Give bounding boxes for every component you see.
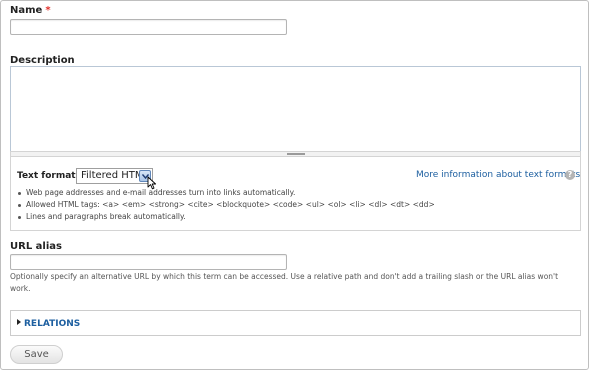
- description-textarea[interactable]: [10, 66, 581, 154]
- text-format-select[interactable]: Filtered HTML: [76, 168, 153, 184]
- name-label-text: Name: [10, 5, 43, 16]
- filter-tip: Web page addresses and e-mail addresses …: [17, 187, 435, 199]
- required-mark: *: [45, 5, 51, 16]
- filter-tip: Lines and paragraphs break automatically…: [17, 211, 435, 223]
- filter-tip: Allowed HTML tags: <a> <em> <strong> <ci…: [17, 199, 435, 211]
- save-button[interactable]: Save: [10, 345, 63, 364]
- relations-fieldset: RELATIONS: [10, 310, 581, 336]
- url-alias-description: Optionally specify an alternative URL by…: [10, 272, 559, 293]
- relations-toggle[interactable]: RELATIONS: [17, 319, 80, 329]
- name-label: Name *: [10, 5, 51, 16]
- grippie-icon: [287, 153, 305, 155]
- description-label: Description: [10, 55, 75, 66]
- triangle-right-icon: [17, 319, 21, 325]
- url-alias-input[interactable]: [10, 254, 287, 270]
- help-icon[interactable]: ?: [565, 170, 575, 180]
- url-alias-label: URL alias: [10, 241, 62, 252]
- filter-tips: Web page addresses and e-mail addresses …: [17, 187, 435, 223]
- name-input[interactable]: [10, 19, 287, 35]
- text-format-label: Text format: [17, 171, 76, 181]
- term-edit-form: Name * Description Text format Filtered H…: [0, 0, 589, 370]
- relations-label: RELATIONS: [24, 319, 81, 329]
- text-formats-help-link[interactable]: More information about text formats: [416, 170, 580, 180]
